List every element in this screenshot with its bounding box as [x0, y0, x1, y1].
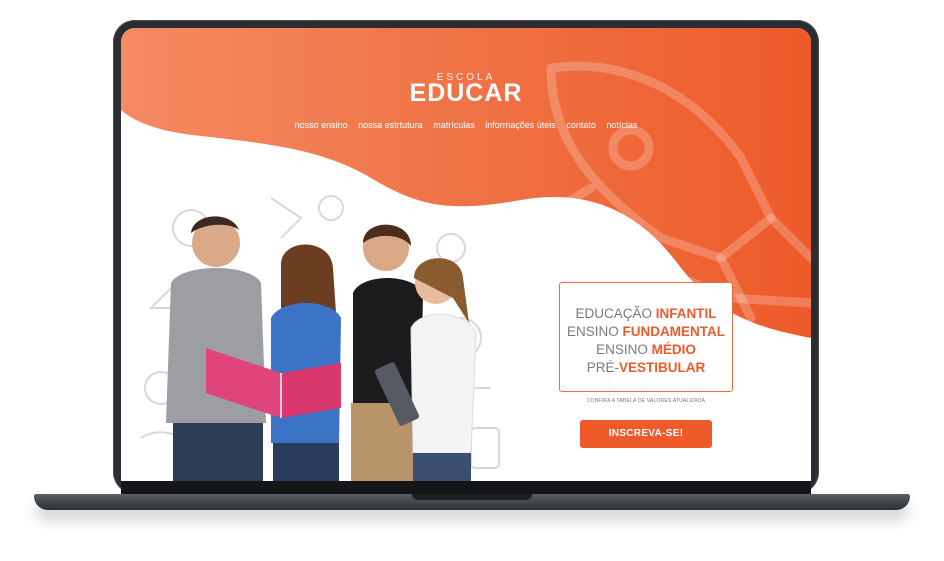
course-levels-box: EDUCAÇÃO INFANTIL ENSINO FUNDAMENTAL ENS… [559, 282, 733, 392]
laptop-mockup: ESCOLA EDUCAR nosso ensino nossa estrtut… [0, 0, 944, 561]
nav-item-nossa-estrutura[interactable]: nossa estrtutura [358, 120, 423, 130]
main-navigation: nosso ensino nossa estrtutura matrículas… [121, 120, 811, 130]
enroll-button[interactable]: INSCREVA-SE! [580, 420, 712, 448]
nav-item-informacoes-uteis[interactable]: informações úteis [485, 120, 556, 130]
students-photo [140, 195, 500, 481]
nav-item-contato[interactable]: contato [566, 120, 596, 130]
screen-bottom-bezel [121, 481, 811, 494]
course-line-pre-vestibular[interactable]: PRÉ-VESTIBULAR [560, 359, 732, 377]
nav-item-matriculas[interactable]: matrículas [433, 120, 475, 130]
price-table-link[interactable]: CONFIRA A TABELA DE VALORES ATUALIZADA [559, 398, 733, 404]
website-screen: ESCOLA EDUCAR nosso ensino nossa estrtut… [121, 28, 811, 481]
nav-item-noticias[interactable]: notícias [606, 120, 637, 130]
laptop-notch [412, 494, 532, 500]
nav-item-nosso-ensino[interactable]: nosso ensino [295, 120, 348, 130]
course-line-medio[interactable]: ENSINO MÉDIO [560, 341, 732, 359]
course-line-infantil[interactable]: EDUCAÇÃO INFANTIL [560, 305, 732, 323]
course-line-fundamental[interactable]: ENSINO FUNDAMENTAL [560, 323, 732, 341]
logo-title[interactable]: EDUCAR [121, 79, 811, 108]
